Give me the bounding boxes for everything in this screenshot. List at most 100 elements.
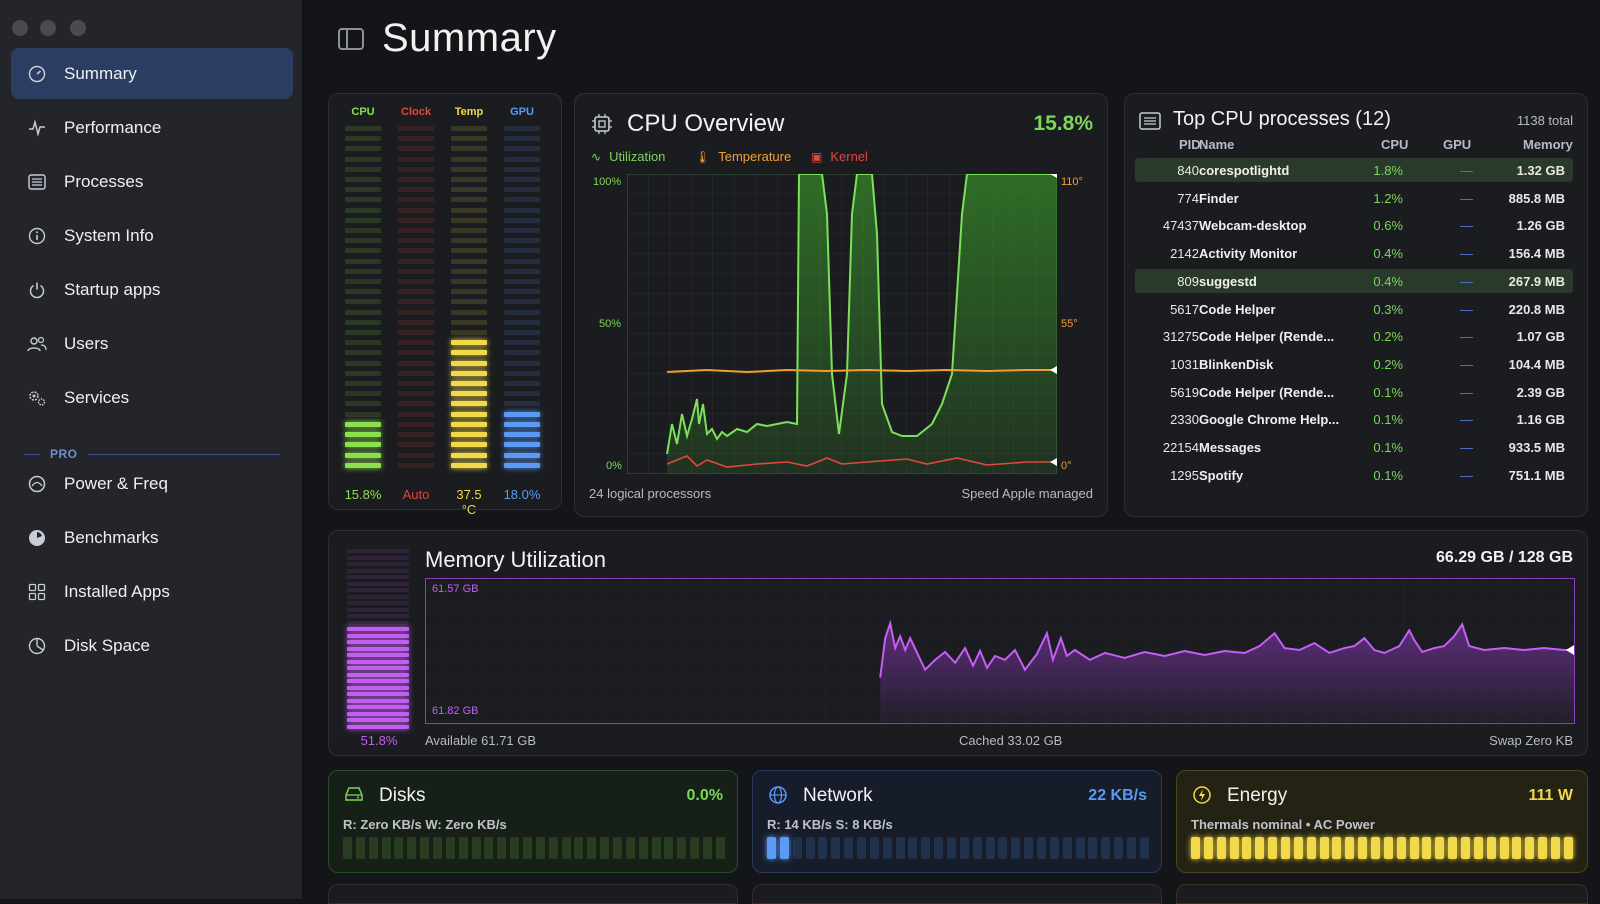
card-title: Disks <box>379 785 426 806</box>
process-row[interactable]: 1031 BlinkenDisk 0.2% — 104.4 MB <box>1135 352 1573 376</box>
process-pid: 1031 <box>1170 356 1199 372</box>
gauge-segment <box>504 462 540 468</box>
process-row[interactable]: 809 suggestd 0.4% — 267.9 MB <box>1135 268 1573 293</box>
process-row[interactable]: 840 corespotlightd 1.8% — 1.32 GB <box>1135 158 1573 182</box>
process-memory: 1.16 GB <box>1516 412 1565 428</box>
sidebar-item-label: Power & Freq <box>64 473 168 493</box>
process-row[interactable]: 2142 Activity Monitor 0.4% — 156.4 MB <box>1135 241 1573 265</box>
activity-segment <box>1075 837 1085 859</box>
sidebar-item-summary[interactable]: Summary <box>11 48 293 99</box>
sidebar-item-system-info[interactable]: System Info <box>11 210 293 261</box>
sidebar-item-label: Benchmarks <box>64 527 159 547</box>
sidebar-item-power-freq[interactable]: Power & Freq <box>11 458 293 509</box>
sidebar-item-services[interactable]: Services <box>11 372 293 423</box>
activity-segment <box>1525 837 1535 859</box>
process-memory: 220.8 MB <box>1508 301 1565 317</box>
gauge-segment <box>345 197 381 203</box>
column-header-pid[interactable]: PID <box>1179 137 1201 152</box>
process-memory: 104.4 MB <box>1508 356 1565 372</box>
process-row[interactable]: 22154 Messages 0.1% — 933.5 MB <box>1135 435 1573 459</box>
gauge-icon <box>27 474 47 494</box>
memory-gauge-bar <box>347 549 409 729</box>
disks-card[interactable]: Disks 0.0% R: Zero KB/s W: Zero KB/s <box>328 770 738 873</box>
activity-segment <box>677 837 687 859</box>
gauge-segment <box>347 575 409 580</box>
gauge-segment <box>345 299 381 305</box>
gauge-segment <box>451 299 487 305</box>
gauge-segment <box>345 258 381 264</box>
process-memory: 933.5 MB <box>1508 440 1565 455</box>
temp-gauge: Temp 37.5 °C <box>449 94 489 517</box>
column-header-cpu[interactable]: CPU <box>1381 137 1408 152</box>
network-card[interactable]: Network 22 KB/s R: 14 KB/s S: 8 KB/s <box>752 770 1162 873</box>
gauge-segment <box>451 319 487 325</box>
gauge-segment <box>345 391 381 397</box>
sidebar-item-installed-apps[interactable]: Installed Apps <box>11 566 293 617</box>
gauge-segment <box>347 646 409 651</box>
column-header-gpu[interactable]: GPU <box>1443 137 1471 152</box>
gauge-segment <box>504 442 540 448</box>
right-axis-bottom: 0° <box>1061 460 1072 472</box>
card-value: 111 W <box>1528 787 1573 804</box>
sidebar-item-users[interactable]: Users <box>11 318 293 369</box>
process-row[interactable]: 1295 Spotify 0.1% — 751.1 MB <box>1135 463 1573 487</box>
sidebar-item-disk-space[interactable]: Disk Space <box>11 620 293 671</box>
process-row[interactable]: 5617 Code Helper 0.3% — 220.8 MB <box>1135 297 1573 321</box>
gauge-bar <box>398 126 434 468</box>
gauge-segment <box>347 549 409 553</box>
gauge-segment <box>451 360 487 366</box>
sidebar-item-benchmarks[interactable]: Benchmarks <box>11 512 293 563</box>
memory-percent: 51.8% <box>360 733 398 748</box>
process-row[interactable]: 774 Finder 1.2% — 885.8 MB <box>1135 186 1573 210</box>
sidebar-item-startup-apps[interactable]: Startup apps <box>11 264 293 315</box>
process-row[interactable]: 2330 Google Chrome Help... 0.1% — 1.16 GB <box>1135 407 1573 431</box>
process-gpu: — <box>1460 301 1473 317</box>
activity-segment <box>1306 837 1316 859</box>
process-pid: 840 <box>1177 163 1199 178</box>
process-gpu: — <box>1460 412 1473 428</box>
gauge-segment <box>347 711 409 716</box>
close-window-button[interactable] <box>12 20 28 36</box>
sidebar-item-performance[interactable]: Performance <box>11 102 293 153</box>
activity-segment <box>471 837 481 859</box>
process-row[interactable]: 5619 Code Helper (Rende... 0.1% — 2.39 GB <box>1135 380 1573 404</box>
activity-segment <box>394 837 404 859</box>
process-total: 1138 total <box>1516 113 1573 128</box>
process-pid: 774 <box>1177 190 1199 206</box>
memory-title: Memory Utilization <box>425 547 606 572</box>
process-row[interactable]: 47437 Webcam-desktop 0.6% — 1.26 GB <box>1135 213 1573 237</box>
process-row[interactable]: 31275 Code Helper (Rende... 0.2% — 1.07 GB <box>1135 324 1573 348</box>
gauge-segment <box>451 411 487 417</box>
energy-card[interactable]: Energy 111 W Thermals nominal • AC Power <box>1176 770 1588 873</box>
gauge-value: 37.5 °C <box>456 487 482 517</box>
gauge-segment <box>347 724 409 729</box>
column-header-memory[interactable]: Memory <box>1523 137 1573 152</box>
chip-icon: ▣ <box>811 149 823 164</box>
process-pid: 5619 <box>1170 384 1199 400</box>
column-header-name[interactable]: Name <box>1199 137 1234 152</box>
zoom-window-button[interactable] <box>70 20 86 36</box>
gauge-segment <box>451 248 487 254</box>
gauge-segment <box>398 432 434 438</box>
gauge-segment <box>398 166 434 172</box>
sidebar-item-processes[interactable]: Processes <box>11 156 293 207</box>
grid-icon <box>27 582 47 602</box>
gauge-segment <box>398 136 434 142</box>
process-gpu: — <box>1460 356 1473 372</box>
process-memory: 267.9 MB <box>1508 273 1565 289</box>
activity-segment <box>1242 837 1252 859</box>
gauge-segment <box>398 279 434 285</box>
pie-icon <box>27 636 47 656</box>
activity-segment <box>1563 837 1573 859</box>
gauge-segment <box>398 177 434 183</box>
sidebar-toggle-icon[interactable] <box>338 28 364 50</box>
activity-segment <box>535 837 545 859</box>
process-gpu: — <box>1460 440 1473 455</box>
gauge-segment <box>398 370 434 376</box>
gauge-segment <box>451 238 487 244</box>
legend-label: Utilization <box>609 149 666 164</box>
speed-label: Speed Apple managed <box>961 486 1093 501</box>
minimize-window-button[interactable] <box>40 20 56 36</box>
gauge-segment <box>451 268 487 274</box>
gauge-segment <box>451 166 487 172</box>
